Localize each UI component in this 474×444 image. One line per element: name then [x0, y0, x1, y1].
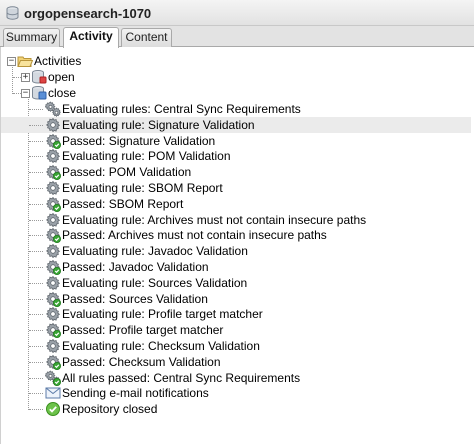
tab-summary[interactable]: Summary	[3, 28, 60, 47]
check-circle-icon	[45, 401, 61, 417]
activity-item[interactable]: Evaluating rule: Javadoc Validation	[1, 243, 471, 259]
activity-item-label: Evaluating rule: Archives must not conta…	[62, 212, 367, 227]
activity-item[interactable]: Evaluating rule: SBOM Report	[1, 180, 471, 196]
gear-icon	[45, 212, 61, 228]
gear-passed-icon	[45, 354, 61, 370]
repository-icon	[6, 6, 19, 23]
activity-item[interactable]: All rules passed: Central Sync Requireme…	[1, 370, 471, 386]
gear-icon	[45, 275, 61, 291]
tree-node-open[interactable]: + open	[1, 69, 471, 85]
activity-item[interactable]: Passed: Profile target matcher	[1, 322, 471, 339]
activity-item-label: Evaluating rule: POM Validation	[62, 149, 231, 164]
activity-item[interactable]: Evaluating rule: Profile target matcher	[1, 306, 471, 322]
activity-item[interactable]: Evaluating rule: Sources Validation	[1, 275, 471, 291]
activity-item-label: Sending e-mail notifications	[62, 386, 209, 401]
activity-item-label: Passed: POM Validation	[62, 165, 192, 180]
gear-icon	[45, 243, 61, 259]
activity-item-label: Evaluating rule: Javadoc Validation	[62, 244, 248, 259]
activity-item-label: Passed: Javadoc Validation	[62, 260, 209, 274]
activity-item-label: All rules passed: Central Sync Requireme…	[62, 370, 301, 385]
gear-icon	[45, 306, 61, 322]
tab-activity[interactable]: Activity	[63, 27, 119, 48]
activity-item[interactable]: Evaluating rule: POM Validation	[1, 148, 471, 164]
collapse-toggle[interactable]: −	[21, 89, 30, 98]
activity-item[interactable]: Passed: POM Validation	[1, 164, 471, 181]
activity-item[interactable]: Repository closed	[1, 401, 471, 417]
activity-item[interactable]: Sending e-mail notifications	[1, 385, 471, 401]
gear-icon	[45, 148, 61, 164]
tree-node-label: close	[48, 86, 77, 100]
activity-item[interactable]: Evaluating rules: Central Sync Requireme…	[1, 101, 471, 118]
gear-passed-icon	[45, 164, 61, 181]
tab-strip: Summary Activity Content	[0, 26, 474, 48]
activity-item[interactable]: Evaluating rule: Archives must not conta…	[1, 212, 471, 228]
gear-passed-icon	[45, 196, 61, 212]
activity-item-label: Passed: Archives must not contain insecu…	[62, 228, 327, 243]
repository-close-icon	[31, 85, 47, 101]
window-title-bar: orgopensearch-1070	[0, 0, 474, 26]
activity-item[interactable]: Passed: Archives must not contain insecu…	[1, 227, 471, 244]
activity-item[interactable]: Evaluating rule: Signature Validation	[1, 116, 471, 133]
gear-passed-icon	[45, 322, 61, 339]
gear-icon	[45, 117, 61, 133]
repository-icon	[31, 69, 47, 85]
gear-passed-icon	[45, 291, 61, 307]
tree-node-label: open	[48, 70, 75, 84]
collapse-toggle[interactable]: −	[7, 57, 16, 66]
gears-icon	[44, 101, 62, 118]
activity-item-label: Evaluating rule: Sources Validation	[62, 275, 248, 290]
window-title: orgopensearch-1070	[24, 6, 152, 21]
activity-item-label: Evaluating rule: SBOM Report	[62, 181, 223, 195]
gears-passed-icon	[44, 370, 62, 386]
gear-icon	[45, 338, 61, 354]
activity-item[interactable]: Passed: Checksum Validation	[1, 354, 471, 370]
activity-item[interactable]: Passed: Sources Validation	[1, 291, 471, 307]
activity-item[interactable]: Passed: Signature Validation	[1, 133, 471, 149]
activity-item-label: Repository closed	[62, 402, 158, 417]
activity-item-label: Passed: SBOM Report	[62, 196, 184, 211]
activity-item-label: Evaluating rules: Central Sync Requireme…	[62, 102, 301, 116]
activity-item-label: Passed: Checksum Validation	[62, 354, 221, 369]
email-icon	[45, 385, 61, 401]
activity-item[interactable]: Evaluating rule: Checksum Validation	[1, 338, 471, 354]
activity-item-label: Evaluating rule: Signature Validation	[62, 117, 255, 132]
gear-passed-icon	[45, 133, 61, 149]
activity-item-label: Evaluating rule: Profile target matcher	[62, 307, 263, 322]
activity-tree: − Activities + open − close Evaluating r…	[0, 47, 474, 444]
gear-passed-icon	[45, 227, 61, 244]
tree-node-activities[interactable]: − Activities	[1, 53, 471, 69]
gear-icon	[45, 180, 61, 196]
activity-item-label: Passed: Sources Validation	[62, 291, 208, 306]
expand-toggle[interactable]: +	[21, 73, 30, 82]
activity-item[interactable]: Passed: SBOM Report	[1, 196, 471, 212]
folder-open-icon	[17, 53, 34, 69]
tree-node-close[interactable]: − close	[1, 85, 471, 101]
activity-item[interactable]: Passed: Javadoc Validation	[1, 259, 471, 275]
gear-passed-icon	[45, 259, 61, 275]
activity-item-label: Passed: Signature Validation	[62, 133, 216, 148]
tab-content[interactable]: Content	[121, 28, 172, 47]
activity-item-label: Passed: Profile target matcher	[62, 323, 224, 338]
tree-node-label: Activities	[34, 54, 82, 68]
activity-item-label: Evaluating rule: Checksum Validation	[62, 339, 260, 353]
